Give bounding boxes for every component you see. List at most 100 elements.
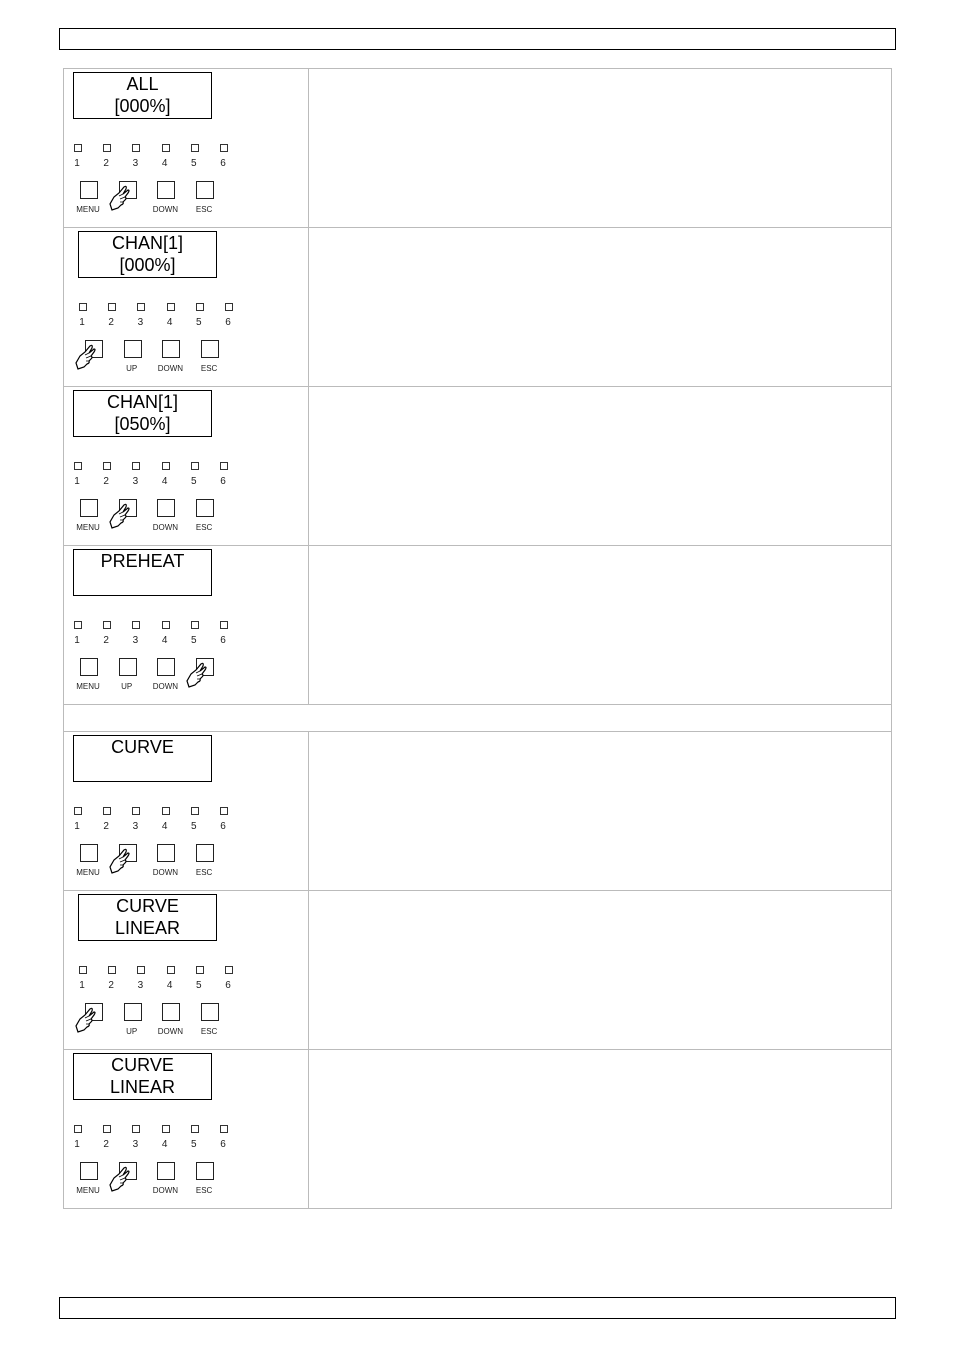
lcd-line-1: CURVE bbox=[116, 896, 179, 916]
step-description bbox=[309, 69, 891, 227]
pointing-hand-icon bbox=[75, 343, 101, 371]
step-description bbox=[309, 1050, 891, 1208]
channel-number: 4 bbox=[166, 980, 173, 991]
channel-number: 5 bbox=[191, 476, 197, 487]
lcd-line-2: [000%] bbox=[114, 96, 171, 116]
pointing-hand-icon bbox=[109, 502, 135, 530]
channel-number: 5 bbox=[191, 821, 197, 832]
lcd-line-2: LINEAR bbox=[109, 1077, 176, 1097]
panel-button[interactable] bbox=[196, 181, 215, 199]
panel-button[interactable] bbox=[80, 181, 98, 199]
channel-number: 1 bbox=[74, 1139, 80, 1150]
channel-number: 6 bbox=[220, 158, 226, 169]
button-label: ESC bbox=[195, 205, 213, 214]
channel-number: 6 bbox=[220, 476, 226, 487]
panel-button[interactable] bbox=[118, 658, 137, 676]
panel-button[interactable] bbox=[157, 181, 176, 199]
step-description bbox=[309, 387, 891, 545]
channel-led bbox=[220, 1125, 228, 1133]
channel-led bbox=[74, 462, 82, 470]
step-description bbox=[309, 732, 891, 890]
channel-led bbox=[132, 621, 141, 629]
procedure-step-row: CURVE LINEAR 1 2 3 4 5 6 MENU DOWN ESC bbox=[64, 1050, 891, 1208]
panel-button[interactable] bbox=[80, 499, 98, 517]
panel-button[interactable] bbox=[80, 658, 98, 676]
channel-number: 2 bbox=[103, 821, 109, 832]
panel-button[interactable] bbox=[162, 340, 181, 358]
channel-number: 5 bbox=[191, 158, 197, 169]
button-label: UP bbox=[126, 364, 138, 373]
channel-number: 4 bbox=[161, 476, 168, 487]
lcd-line-1: ALL bbox=[126, 74, 159, 94]
panel-button[interactable] bbox=[123, 340, 142, 358]
channel-number: 1 bbox=[79, 980, 85, 991]
channel-led bbox=[79, 303, 87, 311]
controller-diagram: CURVE 1 2 3 4 5 6 MENU DOWN ESC bbox=[64, 732, 309, 890]
channel-led bbox=[225, 303, 233, 311]
channel-led bbox=[103, 1125, 112, 1133]
panel-button[interactable] bbox=[80, 844, 98, 862]
channel-number: 1 bbox=[74, 635, 80, 646]
channel-led bbox=[161, 144, 170, 152]
channel-led bbox=[103, 807, 112, 815]
channel-led bbox=[190, 144, 199, 152]
channel-number: 4 bbox=[161, 1139, 168, 1150]
button-label: ESC bbox=[200, 364, 218, 373]
channel-number: 2 bbox=[103, 158, 109, 169]
button-label: DOWN bbox=[152, 523, 179, 532]
page-footer-box bbox=[59, 1297, 896, 1319]
panel-button[interactable] bbox=[157, 499, 176, 517]
pointing-hand-icon bbox=[109, 847, 135, 875]
channel-led bbox=[108, 966, 117, 974]
channel-led bbox=[161, 462, 170, 470]
channel-led bbox=[161, 1125, 170, 1133]
button-label: UP bbox=[121, 682, 133, 691]
button-label: MENU bbox=[76, 868, 100, 877]
button-label: DOWN bbox=[152, 682, 179, 691]
channel-led bbox=[74, 144, 82, 152]
channel-led bbox=[190, 807, 199, 815]
procedure-table: ALL [000%] 1 2 3 4 5 6 MENU DOWN ESC CHA… bbox=[63, 68, 892, 1209]
channel-led bbox=[132, 807, 141, 815]
section-separator-row bbox=[64, 705, 891, 732]
channel-led bbox=[132, 1125, 141, 1133]
panel-button[interactable] bbox=[157, 844, 176, 862]
panel-button[interactable] bbox=[196, 844, 215, 862]
panel-button[interactable] bbox=[201, 340, 220, 358]
panel-button[interactable] bbox=[157, 1162, 176, 1180]
button-label: DOWN bbox=[152, 1186, 179, 1195]
pointing-hand-icon bbox=[109, 184, 135, 212]
panel-button[interactable] bbox=[201, 1003, 220, 1021]
channel-number: 3 bbox=[132, 635, 139, 646]
channel-led bbox=[137, 303, 146, 311]
lcd-display: ALL [000%] bbox=[73, 72, 212, 119]
channel-led bbox=[225, 966, 233, 974]
channel-led bbox=[103, 621, 112, 629]
pointing-hand-icon bbox=[186, 661, 212, 689]
channel-number: 3 bbox=[137, 980, 144, 991]
lcd-display: CHAN[1] [000%] bbox=[78, 231, 217, 278]
controller-diagram: CHAN[1] [000%] 1 2 3 4 5 6 UP DOWN ESC bbox=[64, 228, 309, 386]
panel-button[interactable] bbox=[157, 658, 176, 676]
lcd-line-1: CURVE bbox=[111, 737, 174, 757]
panel-button[interactable] bbox=[80, 1162, 98, 1180]
button-label: ESC bbox=[195, 868, 213, 877]
channel-number: 3 bbox=[132, 821, 139, 832]
panel-button[interactable] bbox=[123, 1003, 142, 1021]
channel-led bbox=[190, 1125, 199, 1133]
channel-number: 1 bbox=[74, 476, 80, 487]
channel-number: 3 bbox=[132, 1139, 139, 1150]
channel-led bbox=[195, 966, 204, 974]
channel-led bbox=[220, 807, 228, 815]
panel-button[interactable] bbox=[196, 499, 215, 517]
controller-diagram: ALL [000%] 1 2 3 4 5 6 MENU DOWN ESC bbox=[64, 69, 309, 227]
channel-number: 4 bbox=[161, 158, 168, 169]
panel-button[interactable] bbox=[196, 1162, 215, 1180]
panel-button[interactable] bbox=[162, 1003, 181, 1021]
channel-number: 1 bbox=[79, 317, 85, 328]
channel-number: 5 bbox=[191, 1139, 197, 1150]
lcd-display: CURVE LINEAR bbox=[78, 894, 217, 941]
button-label: MENU bbox=[76, 1186, 100, 1195]
lcd-line-2: [050%] bbox=[114, 414, 171, 434]
step-description bbox=[309, 546, 891, 704]
